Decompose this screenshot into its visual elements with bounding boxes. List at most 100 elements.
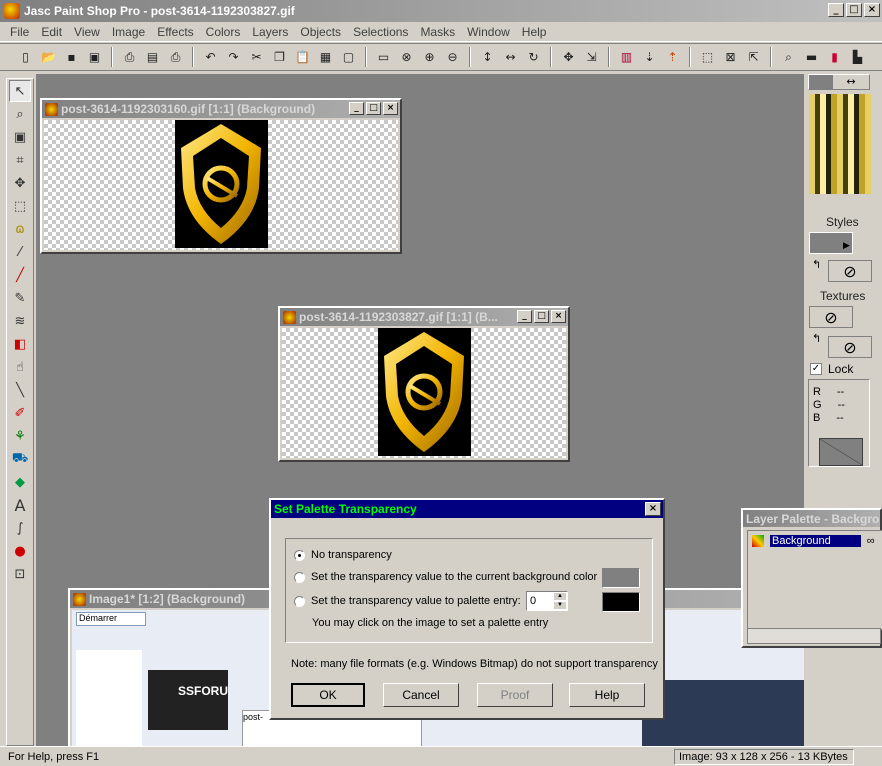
menu-edit[interactable]: Edit xyxy=(35,25,68,39)
option-background-color[interactable]: Set the transparency value to the curren… xyxy=(294,571,597,583)
available-colors-swatch[interactable] xyxy=(809,94,871,194)
zoom-in-icon[interactable]: ⊕ xyxy=(420,48,439,67)
close-button[interactable]: × xyxy=(383,102,398,115)
maximize-button[interactable]: □ xyxy=(366,102,381,115)
spinner-up-icon[interactable]: ▲ xyxy=(553,592,567,601)
resize-icon[interactable]: ⇲ xyxy=(582,48,601,67)
crop-icon[interactable]: ✥ xyxy=(559,48,578,67)
spinner-down-icon[interactable]: ▼ xyxy=(553,601,567,610)
image-canvas[interactable] xyxy=(282,328,566,458)
undo-icon[interactable]: ↶ xyxy=(201,48,220,67)
rotate-icon[interactable]: ↻ xyxy=(524,48,543,67)
menu-colors[interactable]: Colors xyxy=(200,25,247,39)
draw-tool-icon[interactable]: ∫ xyxy=(9,517,31,539)
menu-objects[interactable]: Objects xyxy=(294,25,347,39)
layer-palette[interactable]: Layer Palette - Backgrou Background ∞ xyxy=(741,508,882,648)
copy-icon[interactable]: ❐ xyxy=(270,48,289,67)
document-window-2[interactable]: post-3614-1192303827.gif [1:1] (B... _ □… xyxy=(278,306,570,462)
image-canvas[interactable] xyxy=(44,120,398,250)
print-icon[interactable]: ⎙ xyxy=(166,48,185,67)
normal-view-icon[interactable]: ⊗ xyxy=(397,48,416,67)
browse-icon[interactable]: ▤ xyxy=(143,48,162,67)
mover-tool-icon[interactable]: ✥ xyxy=(9,172,31,194)
document-window-1[interactable]: post-3614-1192303160.gif [1:1] (Backgrou… xyxy=(40,98,402,254)
close-button[interactable]: × xyxy=(551,310,566,323)
full-screen-icon[interactable]: ▭ xyxy=(374,48,393,67)
lock-checkbox[interactable]: ✓ xyxy=(810,363,822,375)
flip-icon[interactable]: ↕ xyxy=(478,48,497,67)
minimize-button[interactable]: _ xyxy=(349,102,364,115)
zoom-out-icon[interactable]: ⊖ xyxy=(443,48,462,67)
text-tool-icon[interactable]: A xyxy=(9,494,31,516)
deform-tool-icon[interactable]: ▣ xyxy=(9,126,31,148)
dropper-tool-icon[interactable]: ⁄ xyxy=(9,241,31,263)
cancel-button[interactable]: Cancel xyxy=(383,683,459,707)
paintbrush-tool-icon[interactable]: ╱ xyxy=(9,264,31,286)
bg-swatch-small[interactable] xyxy=(809,75,833,89)
close-button[interactable]: × xyxy=(864,3,880,17)
menu-view[interactable]: View xyxy=(68,25,106,39)
arrow-tool-icon[interactable]: ↖ xyxy=(9,80,31,102)
foreground-texture-swatch[interactable]: ⊘ xyxy=(809,306,853,328)
palette-entry-value[interactable]: 0 xyxy=(530,595,536,607)
paste-icon[interactable]: 📋 xyxy=(293,48,312,67)
layer-palette-icon[interactable]: ▙ xyxy=(848,48,867,67)
object-selector-tool-icon[interactable]: ⊡ xyxy=(9,563,31,585)
ok-button[interactable]: OK xyxy=(291,683,365,707)
preset-shapes-tool-icon[interactable]: ● xyxy=(9,540,31,562)
count-colors-icon[interactable]: ▥ xyxy=(617,48,636,67)
retouch-tool-icon[interactable]: ◧ xyxy=(9,333,31,355)
menu-layers[interactable]: Layers xyxy=(246,25,294,39)
new-icon[interactable]: ▯ xyxy=(16,48,35,67)
freehand-tool-icon[interactable]: ɷ xyxy=(9,218,31,240)
grid-icon[interactable]: ⬚ xyxy=(698,48,717,67)
tool-palette-icon[interactable]: ⇱ xyxy=(744,48,763,67)
help-button[interactable]: Help xyxy=(569,683,645,707)
mirror-icon[interactable]: ↔ xyxy=(501,48,520,67)
visibility-icon[interactable]: ∞ xyxy=(867,535,875,547)
minimize-button[interactable]: _ xyxy=(517,310,532,323)
menu-help[interactable]: Help xyxy=(516,25,553,39)
flood-fill-tool-icon[interactable]: ◆ xyxy=(9,471,31,493)
save-as-icon[interactable]: ▣ xyxy=(85,48,104,67)
clone-tool-icon[interactable]: ✎ xyxy=(9,287,31,309)
overview-icon[interactable]: ⊠ xyxy=(721,48,740,67)
menu-window[interactable]: Window xyxy=(461,25,516,39)
airbrush-tool-icon[interactable]: ⚘ xyxy=(9,425,31,447)
layer-name[interactable]: Background xyxy=(770,535,861,547)
crop-tool-icon[interactable]: ⌗ xyxy=(9,149,31,171)
color-palette-icon[interactable]: ▮ xyxy=(825,48,844,67)
swap-textures-icon[interactable]: ↰ xyxy=(812,332,821,345)
swap-icon[interactable]: ↔ xyxy=(833,75,869,89)
menu-selections[interactable]: Selections xyxy=(347,25,414,39)
menu-file[interactable]: File xyxy=(4,25,35,39)
tool-options-icon[interactable]: ▬ xyxy=(802,48,821,67)
no-transparency-radio[interactable] xyxy=(294,549,305,561)
menu-effects[interactable]: Effects xyxy=(151,25,199,39)
background-style-swatch[interactable]: ⊘ xyxy=(828,260,872,282)
dropdown-arrow-icon[interactable]: ▶ xyxy=(843,240,850,251)
background-texture-swatch[interactable]: ⊘ xyxy=(828,336,872,358)
paste-new-icon[interactable]: ▦ xyxy=(316,48,335,67)
flood-fill-tool-icon[interactable]: ⛟ xyxy=(9,448,31,470)
option-palette-entry[interactable]: Set the transparency value to palette en… xyxy=(294,595,521,607)
clear-icon[interactable]: ▢ xyxy=(339,48,358,67)
palette-entry-spinner[interactable]: 0 ▲ ▼ xyxy=(526,591,568,611)
option-no-transparency[interactable]: No transparency xyxy=(294,549,392,561)
redo-icon[interactable]: ↷ xyxy=(224,48,243,67)
selection-tool-icon[interactable]: ⬚ xyxy=(9,195,31,217)
scan-icon[interactable]: ⎙ xyxy=(120,48,139,67)
decrease-colors-icon[interactable]: ⇣ xyxy=(640,48,659,67)
swap-styles-icon[interactable]: ↰ xyxy=(812,258,821,271)
palette-entry-radio[interactable] xyxy=(294,595,305,607)
horizontal-scrollbar[interactable] xyxy=(747,628,881,644)
picture-tube-tool-icon[interactable]: ✐ xyxy=(9,402,31,424)
zoom-tool-icon[interactable]: ⌕ xyxy=(9,103,31,125)
background-color-radio[interactable] xyxy=(294,571,305,583)
scratch-remover-tool-icon[interactable]: ☝ xyxy=(9,356,31,378)
color-replacer-tool-icon[interactable]: ≋ xyxy=(9,310,31,332)
menu-masks[interactable]: Masks xyxy=(414,25,461,39)
cut-icon[interactable]: ✂ xyxy=(247,48,266,67)
open-icon[interactable]: 📂 xyxy=(39,48,58,67)
minimize-button[interactable]: _ xyxy=(828,3,844,17)
